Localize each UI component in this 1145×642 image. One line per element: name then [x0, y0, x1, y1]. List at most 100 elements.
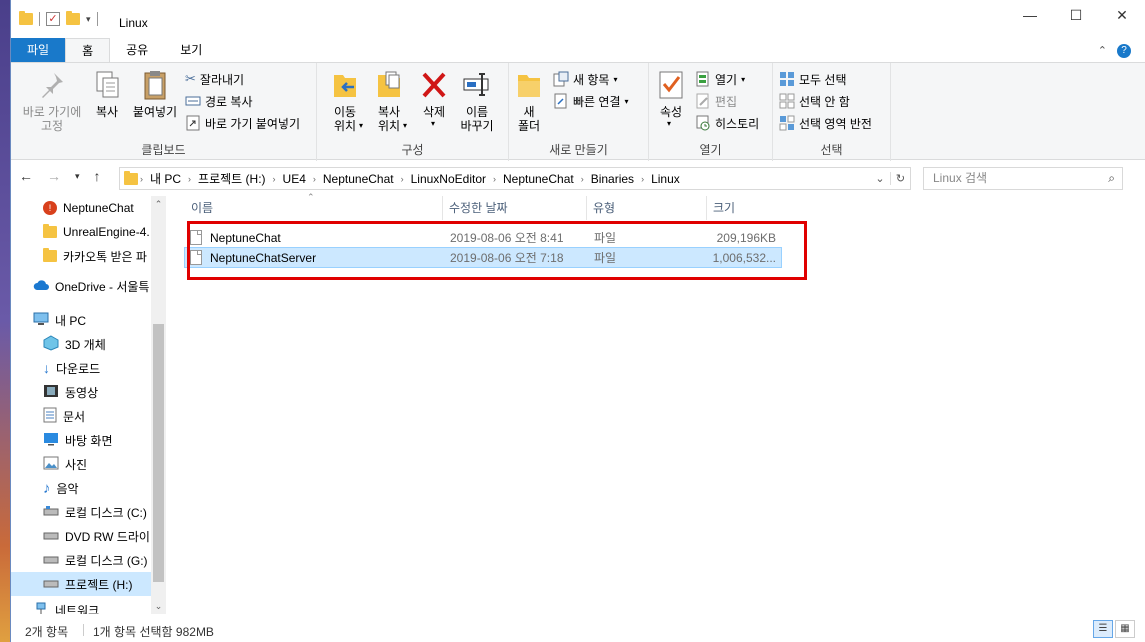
properties-button[interactable]: 속성 ▾ [653, 69, 689, 128]
pin-label: 바로 가기에 고정 [22, 105, 82, 133]
paste-shortcut-button[interactable]: 바로 가기 붙여넣기 [185, 113, 300, 133]
desktop-icon [43, 432, 59, 449]
nav-item-network[interactable]: 네트워크 [11, 598, 151, 614]
column-header-date[interactable]: 수정한 날짜 [443, 196, 587, 220]
nav-item-videos[interactable]: 동영상 [11, 380, 151, 404]
chevron-right-icon[interactable]: › [399, 174, 406, 184]
scroll-down-icon[interactable]: ⌄ [151, 598, 166, 614]
address-dropdown-icon[interactable]: ⌄ [870, 172, 890, 185]
nav-item-unrealengine[interactable]: UnrealEngine-4. [11, 220, 151, 244]
path-icon [185, 93, 201, 109]
nav-item-label: 바탕 화면 [65, 433, 113, 448]
minimize-button[interactable]: — [1007, 0, 1053, 30]
nav-scrollbar[interactable]: ⌃ ⌄ [151, 196, 166, 614]
column-header-type[interactable]: 유형 [587, 196, 707, 220]
paste-shortcut-label: 바로 가기 붙여넣기 [205, 116, 300, 131]
open-label: 열기 [715, 72, 738, 87]
copy-to-button[interactable]: 복사 위치 ▾ [369, 69, 409, 133]
group-new: 새 폴더 새 항목 ▾ 빠른 연결 ▾ 새로 만들기 [509, 63, 649, 161]
up-arrow-icon[interactable]: ↑ [94, 168, 101, 184]
delete-button[interactable]: 삭제 ▾ [417, 69, 451, 128]
select-all-button[interactable]: 모두 선택 [779, 69, 847, 89]
details-view-icon[interactable]: ☰ [1093, 620, 1113, 638]
scroll-thumb[interactable] [153, 324, 164, 582]
breadcrumb[interactable]: Linux [646, 172, 685, 186]
chevron-right-icon[interactable]: › [271, 174, 278, 184]
breadcrumb[interactable]: LinuxNoEditor [406, 172, 491, 186]
breadcrumb[interactable]: 내 PC [145, 170, 186, 187]
easy-access-button[interactable]: 빠른 연결 ▾ [553, 91, 629, 111]
maximize-button[interactable]: ☐ [1053, 0, 1099, 30]
copy-path-button[interactable]: 경로 복사 [185, 91, 253, 111]
chevron-right-icon[interactable]: › [186, 174, 193, 184]
nav-item-drive-g[interactable]: 로컬 디스크 (G:) [11, 548, 151, 572]
customize-toolbar-icon[interactable]: ▾ [86, 14, 91, 25]
help-icon[interactable]: ? [1117, 44, 1131, 58]
nav-item-drive-c[interactable]: 로컬 디스크 (C:) [11, 500, 151, 524]
nav-item-label: 동영상 [65, 385, 99, 400]
history-button[interactable]: 히스토리 [695, 113, 759, 133]
column-header-size[interactable]: 크기 [707, 196, 791, 220]
nav-item-documents[interactable]: 문서 [11, 404, 151, 428]
nav-item-dvd[interactable]: DVD RW 드라이 [11, 524, 151, 548]
pin-button[interactable]: 바로 가기에 고정 [17, 69, 87, 133]
copy-button[interactable]: 복사 [89, 69, 125, 119]
select-none-button[interactable]: 선택 안 함 [779, 91, 850, 111]
search-box[interactable]: Linux 검색 ⌕ [923, 167, 1123, 190]
nav-item-desktop[interactable]: 바탕 화면 [11, 428, 151, 452]
rename-button[interactable]: 이름 바꾸기 [455, 69, 499, 133]
nav-item-kakaotalk[interactable]: 카카오톡 받은 파 [11, 244, 151, 268]
edit-button[interactable]: 편집 [695, 91, 737, 111]
scroll-up-icon[interactable]: ⌃ [151, 196, 166, 212]
cloud-icon [33, 279, 49, 294]
recent-locations-icon[interactable]: ▾ [75, 168, 80, 184]
chevron-right-icon[interactable]: › [491, 174, 498, 184]
collapse-ribbon-icon[interactable]: ⌃ [1098, 44, 1107, 58]
new-folder-icon [514, 69, 544, 101]
tab-share[interactable]: 공유 [110, 38, 164, 62]
breadcrumb[interactable]: 프로젝트 (H:) [193, 170, 271, 187]
tab-home[interactable]: 홈 [65, 38, 111, 62]
move-to-button[interactable]: 이동 위치 ▾ [325, 69, 365, 133]
new-folder-button[interactable]: 새 폴더 [513, 69, 545, 133]
nav-item-neptunechat[interactable]: ! NeptuneChat [11, 196, 151, 220]
breadcrumb[interactable]: NeptuneChat [318, 172, 399, 186]
nav-item-downloads[interactable]: ↓ 다운로드 [11, 356, 151, 380]
breadcrumb[interactable]: NeptuneChat [498, 172, 579, 186]
large-icons-view-icon[interactable]: ▦ [1115, 620, 1135, 638]
new-item-button[interactable]: 새 항목 ▾ [553, 69, 617, 89]
tab-file[interactable]: 파일 [11, 38, 66, 62]
forward-arrow-icon[interactable]: → [47, 168, 61, 184]
nav-item-music[interactable]: ♪ 음악 [11, 476, 151, 500]
breadcrumb[interactable]: UE4 [278, 172, 311, 186]
new-folder-icon[interactable] [66, 11, 80, 25]
nav-item-onedrive[interactable]: OneDrive - 서울특 [11, 274, 151, 298]
nav-item-mypc[interactable]: 내 PC [11, 308, 151, 332]
invert-selection-button[interactable]: 선택 영역 반전 [779, 113, 872, 133]
nav-item-pictures[interactable]: 사진 [11, 452, 151, 476]
back-arrow-icon[interactable]: ← [19, 168, 33, 184]
nav-item-label: 로컬 디스크 (G:) [65, 553, 148, 568]
chevron-right-icon[interactable]: › [138, 174, 145, 184]
chevron-right-icon[interactable]: › [579, 174, 586, 184]
chevron-right-icon[interactable]: › [311, 174, 318, 184]
open-button[interactable]: 열기 ▾ [695, 69, 745, 89]
address-bar[interactable]: › 내 PC › 프로젝트 (H:) › UE4 › NeptuneChat ›… [119, 167, 911, 190]
tab-view[interactable]: 보기 [164, 38, 218, 62]
chevron-right-icon[interactable]: › [639, 174, 646, 184]
column-header-name[interactable]: 이름 [185, 196, 443, 220]
paste-button[interactable]: 붙여넣기 [129, 69, 181, 119]
paste-label: 붙여넣기 [132, 105, 178, 119]
properties-check-icon[interactable]: ✓ [46, 12, 60, 26]
refresh-icon[interactable]: ↻ [890, 172, 910, 185]
cut-button[interactable]: ✂ 잘라내기 [185, 69, 244, 89]
copy-label: 복사 [95, 105, 119, 119]
breadcrumb[interactable]: Binaries [586, 172, 639, 186]
drive-icon [43, 577, 59, 592]
chevron-down-icon: ▾ [667, 119, 672, 128]
search-icon[interactable]: ⌕ [1108, 168, 1115, 189]
nav-item-3d[interactable]: 3D 개체 [11, 332, 151, 356]
close-button[interactable]: ✕ [1099, 0, 1145, 30]
nav-item-drive-h[interactable]: 프로젝트 (H:) [11, 572, 151, 596]
chevron-down-icon: ▾ [624, 96, 629, 106]
